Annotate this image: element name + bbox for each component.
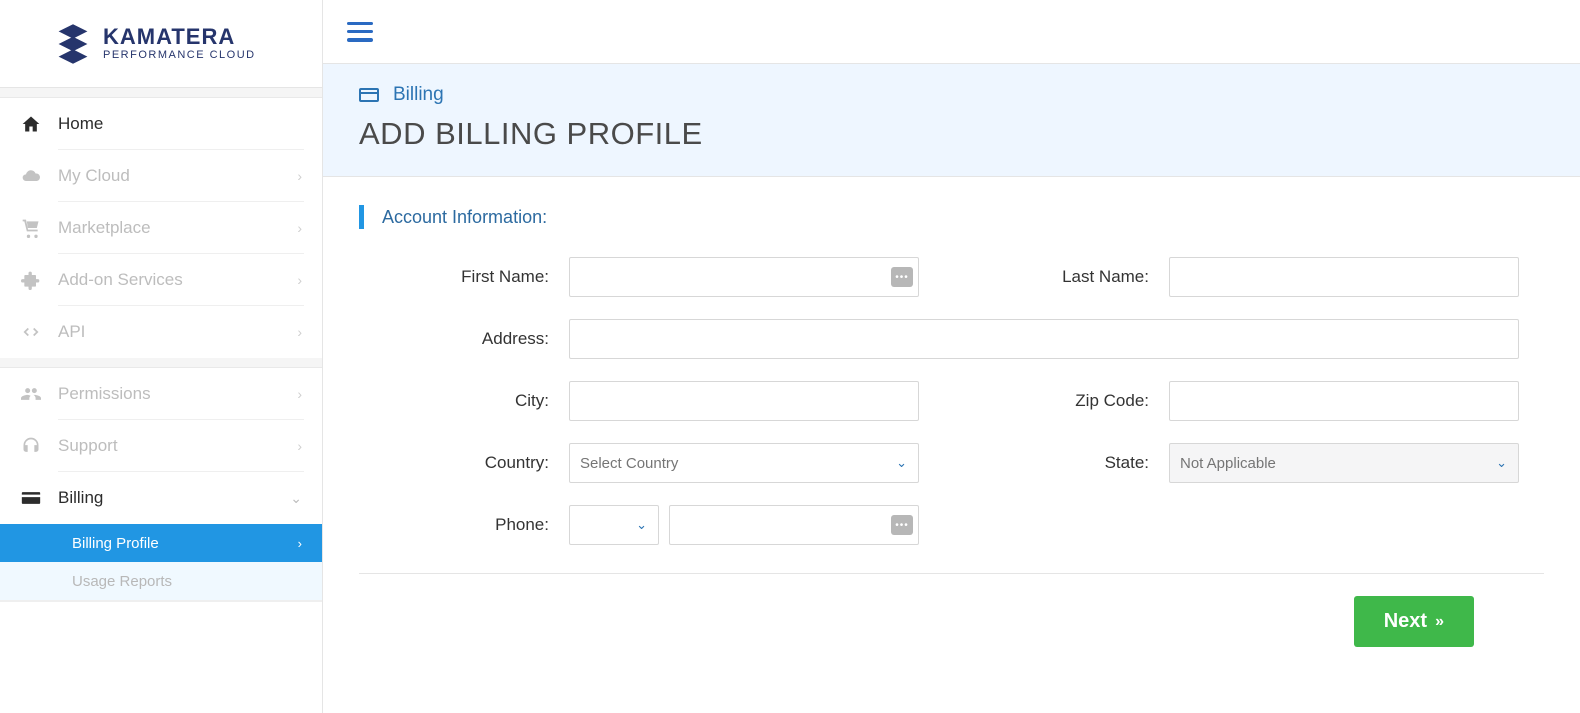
code-icon <box>18 322 44 342</box>
chevron-right-icon: › <box>297 168 302 184</box>
address-label: Address: <box>369 329 569 349</box>
topbar <box>323 0 1580 64</box>
sidebar-item-label: Support <box>58 436 297 456</box>
first-name-label: First Name: <box>369 267 569 287</box>
card-icon <box>18 488 44 508</box>
sidebar-item-billing[interactable]: Billing ⌄ <box>0 472 322 524</box>
autofill-icon[interactable]: ••• <box>891 267 913 287</box>
next-button[interactable]: Next » <box>1354 596 1474 647</box>
phone-label: Phone: <box>369 515 569 535</box>
main-content: Billing ADD BILLING PROFILE Account Info… <box>323 0 1580 713</box>
home-icon <box>18 114 44 134</box>
sidebar-item-permissions[interactable]: Permissions › <box>0 368 322 420</box>
chevron-right-icon: › <box>297 324 302 340</box>
sidebar: KAMATERA PERFORMANCE CLOUD Home My Cloud… <box>0 0 323 713</box>
brand-subtitle: PERFORMANCE CLOUD <box>103 50 256 61</box>
breadcrumb[interactable]: Billing <box>359 84 1544 106</box>
sidebar-item-label: Billing <box>58 488 290 508</box>
sidebar-item-addon[interactable]: Add-on Services › <box>0 254 322 306</box>
sidebar-sub-billing-profile[interactable]: Billing Profile › <box>0 524 322 562</box>
breadcrumb-label: Billing <box>393 84 444 106</box>
chevron-right-icon: › <box>297 272 302 288</box>
cart-icon <box>18 218 44 238</box>
last-name-input[interactable] <box>1169 257 1519 297</box>
sidebar-item-label: Add-on Services <box>58 270 297 290</box>
sidebar-sub-label: Usage Reports <box>72 573 172 590</box>
sidebar-item-home[interactable]: Home <box>0 98 322 150</box>
last-name-label: Last Name: <box>919 267 1169 287</box>
card-icon <box>359 88 379 102</box>
users-icon <box>18 384 44 404</box>
sidebar-item-label: Marketplace <box>58 218 297 238</box>
sidebar-item-label: Home <box>58 114 302 134</box>
sidebar-item-support[interactable]: Support › <box>0 420 322 472</box>
autofill-icon[interactable]: ••• <box>891 515 913 535</box>
billing-submenu: Billing Profile › Usage Reports <box>0 524 322 600</box>
state-select <box>1169 443 1519 483</box>
brand-title: KAMATERA <box>103 26 256 48</box>
brand-logo[interactable]: KAMATERA PERFORMANCE CLOUD <box>0 0 322 88</box>
phone-country-code-select[interactable] <box>569 505 659 545</box>
cloud-icon <box>18 166 44 186</box>
logo-icon <box>55 24 91 64</box>
chevron-right-icon: › <box>297 438 302 454</box>
zip-input[interactable] <box>1169 381 1519 421</box>
divider <box>359 573 1544 574</box>
sidebar-item-label: Permissions <box>58 384 297 404</box>
menu-toggle-button[interactable] <box>347 22 373 42</box>
city-input[interactable] <box>569 381 919 421</box>
chevron-right-icon: › <box>297 386 302 402</box>
page-title: ADD BILLING PROFILE <box>359 116 1544 152</box>
first-name-input[interactable] <box>569 257 919 297</box>
sidebar-item-label: API <box>58 322 297 342</box>
city-label: City: <box>369 391 569 411</box>
state-label: State: <box>919 453 1169 473</box>
section-title: Account Information: <box>359 205 1544 229</box>
zip-label: Zip Code: <box>919 391 1169 411</box>
country-select[interactable] <box>569 443 919 483</box>
sidebar-item-marketplace[interactable]: Marketplace › <box>0 202 322 254</box>
page-header: Billing ADD BILLING PROFILE <box>323 64 1580 177</box>
chevron-right-icon: › <box>298 536 302 551</box>
headset-icon <box>18 436 44 456</box>
chevron-down-icon: ⌄ <box>290 490 302 507</box>
phone-number-input[interactable] <box>669 505 919 545</box>
sidebar-item-mycloud[interactable]: My Cloud › <box>0 150 322 202</box>
chevron-right-icon: › <box>297 220 302 236</box>
sidebar-item-label: My Cloud <box>58 166 297 186</box>
address-input[interactable] <box>569 319 1519 359</box>
sidebar-item-api[interactable]: API › <box>0 306 322 358</box>
sidebar-sub-usage-reports[interactable]: Usage Reports <box>0 562 322 600</box>
sidebar-sub-label: Billing Profile <box>72 535 159 552</box>
country-label: Country: <box>369 453 569 473</box>
puzzle-icon <box>18 270 44 290</box>
arrow-right-icon: » <box>1435 613 1444 631</box>
